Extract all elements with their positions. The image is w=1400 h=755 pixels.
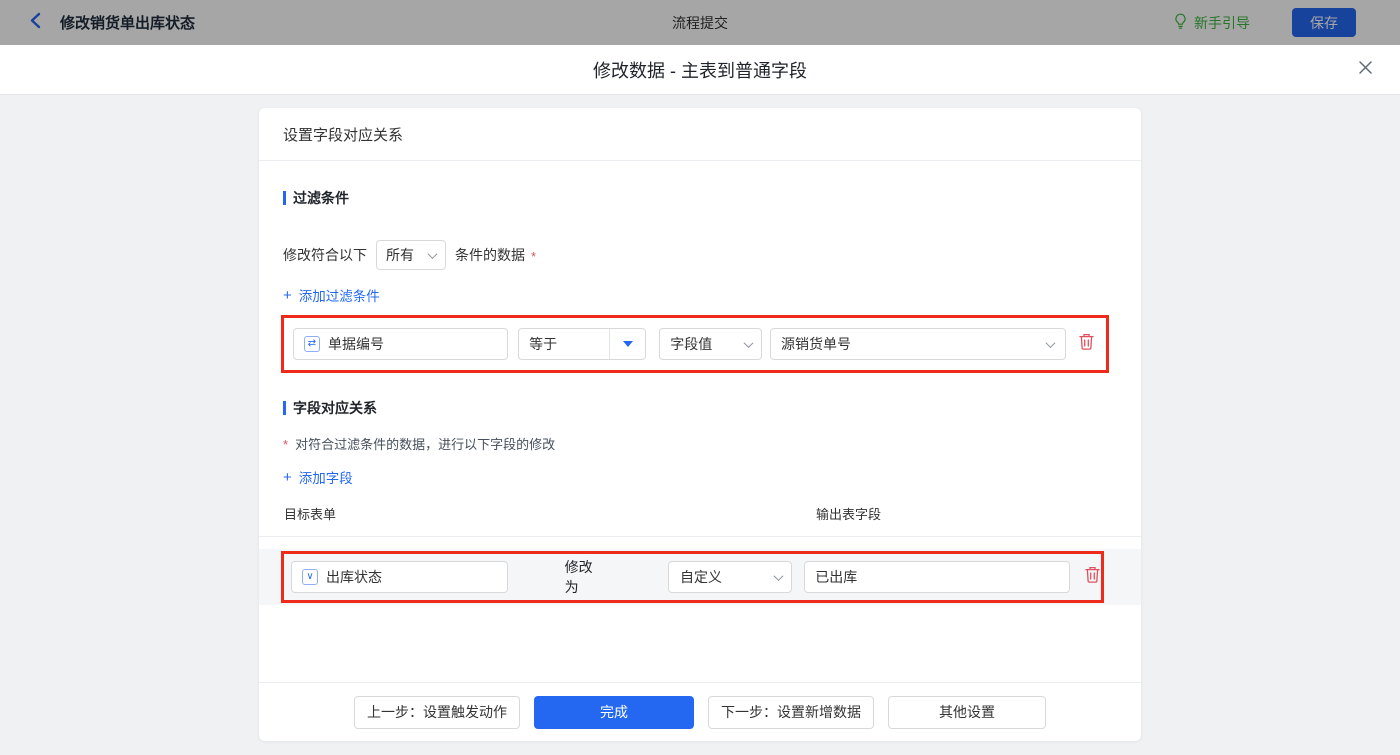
close-button[interactable]	[1354, 59, 1376, 81]
target-form-column-header: 目标表单	[284, 504, 816, 523]
mapping-row-strip: ∨ 出库状态 修改为 自定义	[259, 549, 1141, 605]
mapping-row-annotated: ∨ 出库状态 修改为 自定义	[281, 551, 1104, 603]
required-asterisk: *	[531, 249, 536, 264]
topbar: 修改销货单出库状态 流程提交 新手引导 保存	[0, 0, 1400, 45]
beginner-guide-label: 新手引导	[1194, 13, 1250, 33]
output-field-column-header: 输出表字段	[816, 504, 881, 523]
column-divider	[259, 536, 1141, 537]
prev-step-button[interactable]: 上一步：设置触发动作	[354, 696, 520, 729]
filter-field-select[interactable]: ⇄ 单据编号	[293, 328, 508, 360]
other-settings-button[interactable]: 其他设置	[888, 696, 1046, 729]
modal-title: 修改数据 - 主表到普通字段	[593, 57, 807, 83]
value-mode-value: 自定义	[680, 567, 722, 587]
chevron-down-icon	[428, 249, 438, 259]
serial-number-field-icon: ⇄	[304, 336, 320, 352]
close-icon	[1358, 60, 1373, 80]
chevron-left-icon	[28, 12, 43, 34]
target-field-value: 出库状态	[326, 567, 382, 587]
add-field-link[interactable]: + 添加字段	[283, 467, 353, 487]
filter-heading-label: 过滤条件	[293, 188, 349, 208]
card-footer: 上一步：设置触发动作 完成 下一步：设置新增数据 其他设置	[259, 682, 1141, 741]
dropdown-field-icon: ∨	[302, 569, 318, 585]
match-suffix-label: 条件的数据	[455, 245, 525, 265]
modal-header: 修改数据 - 主表到普通字段	[0, 45, 1400, 95]
match-mode-select[interactable]: 所有	[376, 240, 446, 270]
card-title: 设置字段对应关系	[259, 108, 1141, 161]
filter-field-value: 单据编号	[328, 334, 384, 354]
back-button[interactable]	[28, 12, 43, 34]
match-prefix-label: 修改符合以下	[283, 245, 367, 265]
mapping-section-heading: 字段对应关系	[283, 398, 1117, 418]
delete-condition-button[interactable]	[1078, 332, 1095, 356]
add-filter-condition-link[interactable]: + 添加过滤条件	[283, 285, 380, 305]
match-mode-value: 所有	[386, 245, 414, 265]
save-button[interactable]: 保存	[1292, 8, 1356, 37]
custom-value-input[interactable]	[804, 561, 1070, 593]
mapping-description-text: 对符合过滤条件的数据，进行以下字段的修改	[295, 434, 555, 453]
required-asterisk: *	[283, 437, 288, 452]
add-filter-condition-label: 添加过滤条件	[299, 285, 380, 305]
filter-condition-row-annotated: ⇄ 单据编号 等于 字段值 源销货单号	[281, 315, 1109, 373]
modify-to-label: 修改为	[565, 557, 606, 597]
chevron-down-icon	[744, 338, 754, 348]
settings-card: 设置字段对应关系 过滤条件 修改符合以下 所有 条件的数据 * + 添加过滤条件…	[259, 108, 1141, 741]
trash-icon	[1078, 332, 1095, 356]
mapping-column-headers: 目标表单 输出表字段	[284, 504, 1116, 523]
value-mode-select[interactable]: 自定义	[668, 561, 792, 593]
plus-icon: +	[283, 471, 292, 484]
trash-icon	[1084, 565, 1101, 589]
target-field-select[interactable]: ∨ 出库状态	[291, 561, 508, 593]
add-field-label: 添加字段	[299, 467, 353, 487]
topbar-center-label: 流程提交	[672, 13, 728, 33]
mapping-heading-label: 字段对应关系	[293, 398, 377, 418]
workflow-title: 修改销货单出库状态	[60, 12, 195, 33]
done-button[interactable]: 完成	[534, 696, 694, 729]
filter-section-heading: 过滤条件	[283, 188, 1117, 208]
mapping-description: * 对符合过滤条件的数据，进行以下字段的修改	[283, 434, 1117, 453]
section-bar	[283, 401, 286, 415]
filter-value-value: 源销货单号	[781, 334, 851, 354]
section-bar	[283, 191, 286, 205]
plus-icon: +	[283, 289, 292, 302]
filter-value-select[interactable]: 源销货单号	[770, 328, 1066, 360]
value-type-value: 字段值	[670, 334, 712, 354]
modal-body: 设置字段对应关系 过滤条件 修改符合以下 所有 条件的数据 * + 添加过滤条件…	[0, 95, 1400, 755]
lightbulb-icon	[1173, 13, 1188, 33]
operator-caret-cell[interactable]	[609, 329, 645, 359]
next-step-button[interactable]: 下一步：设置新增数据	[708, 696, 874, 729]
chevron-down-icon	[1046, 338, 1056, 348]
chevron-down-icon	[774, 571, 784, 581]
operator-select[interactable]: 等于	[518, 328, 646, 360]
match-condition-row: 修改符合以下 所有 条件的数据 *	[283, 240, 1117, 270]
delete-field-button[interactable]	[1084, 565, 1101, 589]
caret-down-icon	[623, 341, 633, 347]
operator-value: 等于	[519, 329, 609, 359]
beginner-guide-link[interactable]: 新手引导	[1173, 13, 1250, 33]
value-type-select[interactable]: 字段值	[659, 328, 762, 360]
